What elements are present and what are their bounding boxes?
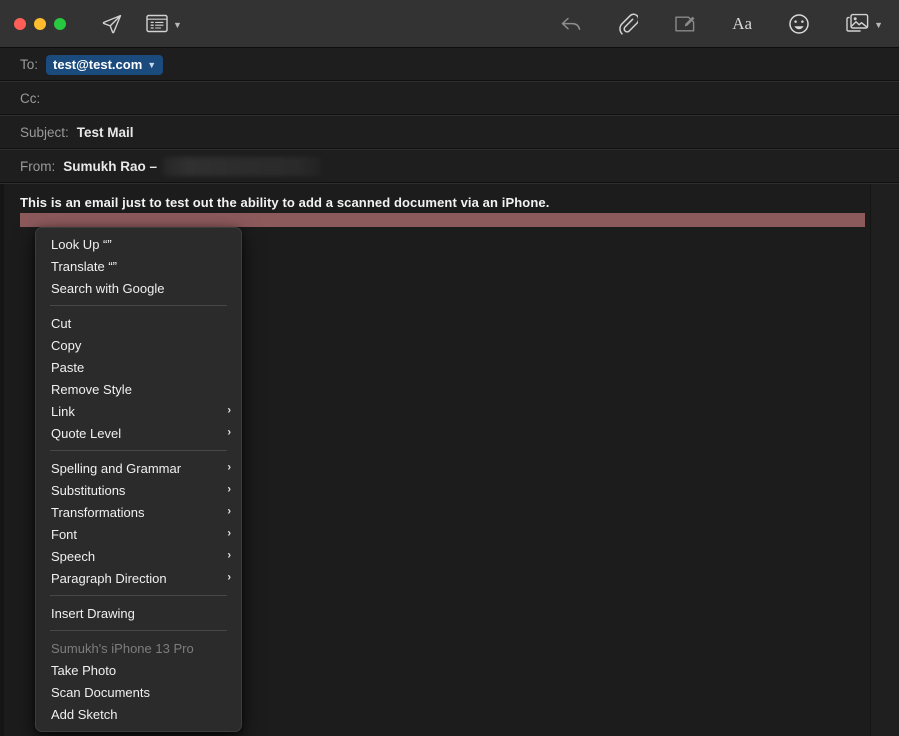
menu-item-label: Quote Level [51, 425, 122, 441]
menu-section-header: Sumukh's iPhone 13 Pro [36, 637, 241, 659]
cc-field-label: Cc: [20, 91, 41, 106]
menu-item-label: Sumukh's iPhone 13 Pro [51, 640, 194, 656]
from-field-row[interactable]: From: Sumukh Rao – [0, 150, 899, 184]
menu-item[interactable]: Speech › [36, 545, 241, 567]
redacted-email-address [163, 157, 322, 176]
menu-item[interactable]: Scan Documents [36, 681, 241, 703]
menu-item[interactable]: Quote Level › [36, 422, 241, 444]
menu-separator [50, 630, 227, 631]
toolbar-left-group: ▼ [100, 12, 182, 36]
menu-item[interactable]: Translate “” [36, 255, 241, 277]
minimize-window-button[interactable] [34, 17, 46, 30]
font-aa-icon[interactable]: Aa [732, 14, 752, 34]
markup-icon[interactable] [674, 14, 696, 34]
chevron-down-icon: ▼ [874, 20, 883, 30]
traffic-lights [14, 17, 66, 30]
menu-item[interactable]: Substitutions › [36, 479, 241, 501]
menu-item-label: Paragraph Direction [51, 570, 167, 586]
recipient-token[interactable]: test@test.com ▼ [46, 54, 164, 75]
menu-item-label: Substitutions [51, 482, 126, 498]
toolbar-right-group: Aa ▼ [560, 0, 883, 47]
vertical-scrollbar[interactable] [870, 184, 899, 736]
cc-field-row[interactable]: Cc: [0, 82, 899, 116]
menu-item[interactable]: Paste [36, 356, 241, 378]
menu-item[interactable]: Font › [36, 523, 241, 545]
chevron-right-icon: › [227, 426, 231, 439]
menu-item-label: Font [51, 526, 78, 542]
menu-item-label: Take Photo [51, 662, 117, 678]
menu-item[interactable]: Remove Style [36, 378, 241, 400]
chevron-down-icon[interactable]: ▼ [147, 60, 156, 70]
to-field-row[interactable]: To: test@test.com ▼ [0, 48, 899, 82]
subject-field-label: Subject: [20, 125, 69, 140]
menu-item-label: Transformations [51, 504, 145, 520]
menu-item-label: Search with Google [51, 280, 165, 296]
compose-headers: To: test@test.com ▼ Cc: Subject: Test Ma… [0, 48, 899, 184]
reply-arrow-icon[interactable] [560, 14, 582, 34]
to-field-label: To: [20, 57, 39, 72]
menu-item-label: Link [51, 403, 75, 419]
photos-group[interactable]: ▼ [846, 13, 883, 34]
recipient-address: test@test.com [53, 56, 143, 72]
subject-field-value: Test Mail [76, 125, 134, 140]
chevron-down-icon: ▼ [173, 20, 182, 30]
menu-item-label: Remove Style [51, 381, 132, 397]
menu-item[interactable]: Link › [36, 400, 241, 422]
menu-separator [50, 595, 227, 596]
chevron-right-icon: › [227, 571, 231, 584]
menu-item-label: Insert Drawing [51, 605, 135, 621]
toolbar: ▼ Aa ▼ [0, 0, 899, 48]
menu-item[interactable]: Add Sketch [36, 703, 241, 725]
menu-item[interactable]: Copy [36, 334, 241, 356]
menu-item-label: Speech [51, 548, 96, 564]
emoji-icon[interactable] [788, 13, 810, 35]
photos-icon[interactable] [846, 13, 869, 34]
from-account-name: Sumukh Rao – [63, 159, 158, 174]
text-selection-highlight [20, 213, 865, 227]
stationery-icon[interactable] [146, 14, 168, 33]
menu-item-label: Spelling and Grammar [51, 460, 182, 476]
context-menu[interactable]: Look Up “” Translate “” Search with Google… [35, 227, 242, 732]
close-window-button[interactable] [14, 17, 26, 30]
menu-separator [50, 450, 227, 451]
mail-compose-window: ▼ Aa ▼ To: test@test.com ▼ Cc: Subject: … [0, 0, 899, 736]
menu-item-label: Add Sketch [51, 706, 118, 722]
menu-item[interactable]: Search with Google [36, 277, 241, 299]
font-aa-label: Aa [732, 13, 753, 33]
message-body-text: This is an email just to test out the ab… [20, 195, 550, 210]
send-icon[interactable] [100, 12, 124, 36]
menu-item-label: Translate “” [51, 258, 117, 274]
menu-item[interactable]: Insert Drawing [36, 602, 241, 624]
chevron-right-icon: › [227, 483, 231, 496]
subject-field-row[interactable]: Subject: Test Mail [0, 116, 899, 150]
chevron-right-icon: › [227, 404, 231, 417]
chevron-right-icon: › [227, 461, 231, 474]
chevron-right-icon: › [227, 549, 231, 562]
menu-item[interactable]: Cut [36, 312, 241, 334]
menu-item-label: Look Up “” [51, 236, 112, 252]
zoom-window-button[interactable] [54, 17, 66, 30]
paperclip-icon[interactable] [618, 12, 639, 36]
menu-item[interactable]: Look Up “” [36, 233, 241, 255]
from-field-label: From: [20, 159, 56, 174]
stationery-group[interactable]: ▼ [146, 14, 182, 33]
menu-item[interactable]: Take Photo [36, 659, 241, 681]
chevron-right-icon: › [227, 505, 231, 518]
menu-item-label: Copy [51, 337, 82, 353]
menu-item-label: Paste [51, 359, 85, 375]
from-field-content: Sumukh Rao – [63, 157, 322, 176]
menu-item[interactable]: Spelling and Grammar › [36, 457, 241, 479]
menu-item[interactable]: Paragraph Direction › [36, 567, 241, 589]
chevron-right-icon: › [227, 527, 231, 540]
menu-item-label: Cut [51, 315, 72, 331]
menu-item[interactable]: Transformations › [36, 501, 241, 523]
menu-separator [50, 305, 227, 306]
menu-item-label: Scan Documents [51, 684, 150, 700]
